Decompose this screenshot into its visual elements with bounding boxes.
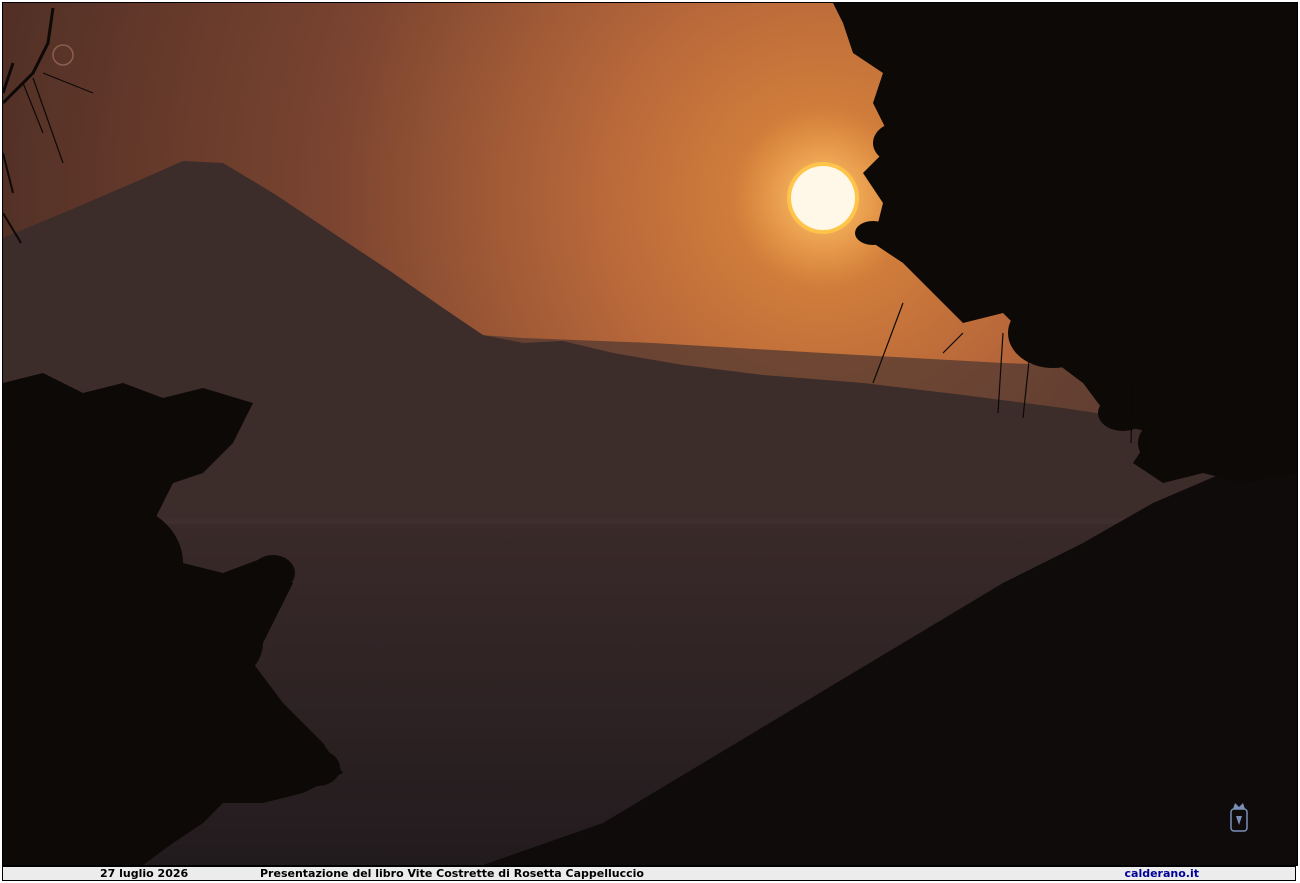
caption-date: 27 luglio 2026	[100, 867, 189, 880]
caption-bar: 27 luglio 2026 Presentazione del libro V…	[2, 866, 1296, 881]
caption-title: Presentazione del libro Vite Costrette d…	[260, 867, 644, 880]
caption-site-link[interactable]: calderano.it	[1125, 867, 1200, 880]
sunset-photo	[3, 3, 1297, 865]
photo-frame	[2, 2, 1298, 866]
